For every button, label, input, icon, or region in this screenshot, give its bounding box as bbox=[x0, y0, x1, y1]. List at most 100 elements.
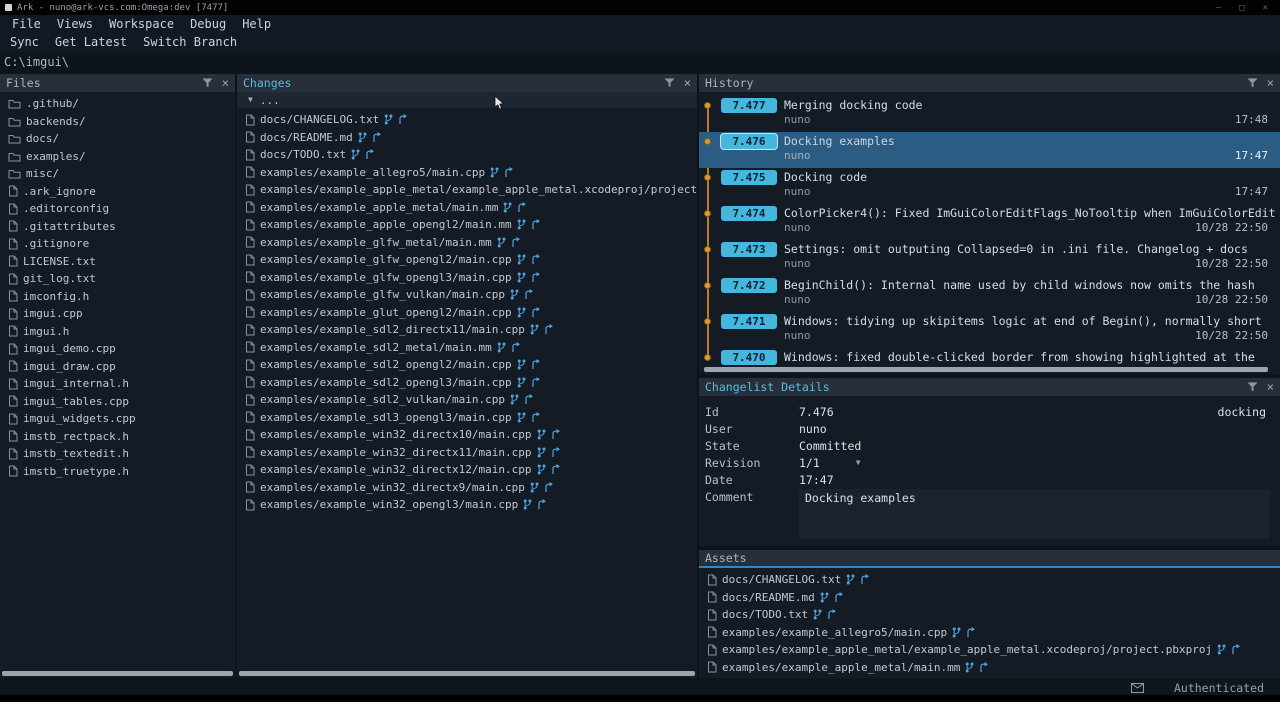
changes-root-row[interactable]: ▼ ... bbox=[237, 92, 697, 108]
file-tree-item[interactable]: imgui.h bbox=[0, 323, 235, 341]
document-icon bbox=[8, 343, 18, 355]
changed-file-row[interactable]: examples/example_apple_metal/main.mm bbox=[237, 199, 697, 217]
close-window-icon[interactable]: × bbox=[1263, 3, 1268, 13]
asset-file-row[interactable]: docs/README.md bbox=[699, 589, 1280, 607]
changed-file-row[interactable]: examples/example_allegro5/main.cpp bbox=[237, 164, 697, 182]
file-tree-item[interactable]: imstb_truetype.h bbox=[0, 463, 235, 481]
history-commit-row[interactable]: 7.475 Docking code nuno 17:47 bbox=[699, 168, 1280, 204]
close-panel-icon[interactable]: × bbox=[222, 77, 229, 89]
app-window: Ark - nuno@ark-vcs.com:Omega:dev [7477] … bbox=[0, 0, 1280, 702]
comment-label: Comment bbox=[705, 489, 799, 539]
filter-icon[interactable] bbox=[202, 78, 213, 88]
minimize-icon[interactable]: — bbox=[1216, 3, 1221, 13]
file-tree-item[interactable]: imgui_widgets.cpp bbox=[0, 410, 235, 428]
changed-file-row[interactable]: examples/example_sdl2_opengl3/main.cpp bbox=[237, 374, 697, 392]
close-panel-icon[interactable]: × bbox=[1267, 77, 1274, 89]
history-commit-row[interactable]: 7.471 Windows: tidying up skipitems logi… bbox=[699, 312, 1280, 348]
changed-file-row[interactable]: examples/example_win32_directx10/main.cp… bbox=[237, 426, 697, 444]
changed-file-row[interactable]: examples/example_glfw_metal/main.mm bbox=[237, 234, 697, 252]
changed-file-row[interactable]: examples/example_win32_opengl3/main.cpp bbox=[237, 496, 697, 514]
changed-file-name: examples/example_sdl3_opengl3/main.cpp bbox=[260, 411, 512, 424]
file-name: imstb_truetype.h bbox=[23, 465, 129, 478]
asset-file-row[interactable]: examples/example_allegro5/main.cpp bbox=[699, 624, 1280, 642]
changed-file-row[interactable]: docs/TODO.txt bbox=[237, 146, 697, 164]
changed-file-row[interactable]: examples/example_sdl3_opengl3/main.cpp bbox=[237, 409, 697, 427]
file-tree-item[interactable]: docs/ bbox=[0, 130, 235, 148]
history-horizontal-scrollbar[interactable] bbox=[704, 367, 1268, 372]
changed-file-row[interactable]: examples/example_sdl2_vulkan/main.cpp bbox=[237, 391, 697, 409]
changed-file-row[interactable]: docs/CHANGELOG.txt bbox=[237, 111, 697, 129]
asset-file-row[interactable]: examples/example_apple_metal/example_app… bbox=[699, 641, 1280, 659]
changed-file-row[interactable]: docs/README.md bbox=[237, 129, 697, 147]
asset-file-row[interactable]: docs/CHANGELOG.txt bbox=[699, 571, 1280, 589]
menu-item[interactable]: Views bbox=[49, 17, 101, 31]
history-commit-row[interactable]: 7.472 BeginChild(): Internal name used b… bbox=[699, 276, 1280, 312]
file-tree-item[interactable]: imstb_rectpack.h bbox=[0, 428, 235, 446]
toolbar-button[interactable]: Switch Branch bbox=[135, 35, 245, 49]
file-tree-item[interactable]: .github/ bbox=[0, 95, 235, 113]
file-tree-item[interactable]: backends/ bbox=[0, 113, 235, 131]
maximize-icon[interactable]: □ bbox=[1239, 3, 1244, 13]
changed-file-row[interactable]: examples/example_glfw_opengl2/main.cpp bbox=[237, 251, 697, 269]
filter-icon[interactable] bbox=[664, 78, 675, 88]
changed-file-row[interactable]: examples/example_glfw_opengl3/main.cpp bbox=[237, 269, 697, 287]
changed-file-row[interactable]: examples/example_sdl2_opengl2/main.cpp bbox=[237, 356, 697, 374]
file-tree-item[interactable]: imgui_demo.cpp bbox=[0, 340, 235, 358]
file-tree-item[interactable]: imgui_draw.cpp bbox=[0, 358, 235, 376]
changed-file-row[interactable]: examples/example_apple_opengl2/main.mm bbox=[237, 216, 697, 234]
changed-file-row[interactable]: examples/example_apple_metal/example_app… bbox=[237, 181, 697, 199]
changed-file-row[interactable]: examples/example_glut_opengl2/main.cpp bbox=[237, 304, 697, 322]
file-tree-item[interactable]: imgui.cpp bbox=[0, 305, 235, 323]
file-tree-item[interactable]: .gitattributes bbox=[0, 218, 235, 236]
close-panel-icon[interactable]: × bbox=[1267, 381, 1274, 393]
history-commit-row[interactable]: 7.474 ColorPicker4(): Fixed ImGuiColorEd… bbox=[699, 204, 1280, 240]
changed-file-row[interactable]: examples/example_sdl2_metal/main.mm bbox=[237, 339, 697, 357]
revision-selector[interactable]: 1/1 ▼ bbox=[799, 455, 861, 471]
file-tree-item[interactable]: imconfig.h bbox=[0, 288, 235, 306]
expand-triangle-icon[interactable]: ▼ bbox=[248, 96, 253, 104]
file-tree-item[interactable]: imgui_internal.h bbox=[0, 375, 235, 393]
merge-status-icon bbox=[504, 167, 514, 178]
branch-dot-icon bbox=[704, 102, 711, 109]
checkedout-status-icon bbox=[952, 627, 961, 638]
file-tree-item[interactable]: imgui_tables.cpp bbox=[0, 393, 235, 411]
file-tree-item[interactable]: .editorconfig bbox=[0, 200, 235, 218]
menu-item[interactable]: Help bbox=[234, 17, 279, 31]
history-panel: History × 7.477 Merging docking code nun… bbox=[699, 74, 1280, 374]
toolbar-button[interactable]: Get Latest bbox=[47, 35, 135, 49]
file-tree-item[interactable]: examples/ bbox=[0, 148, 235, 166]
file-tree-item[interactable]: .gitignore bbox=[0, 235, 235, 253]
file-tree-item[interactable]: imstb_textedit.h bbox=[0, 445, 235, 463]
changed-file-row[interactable]: examples/example_sdl2_directx11/main.cpp bbox=[237, 321, 697, 339]
merge-status-icon bbox=[531, 377, 541, 388]
history-commit-row[interactable]: 7.473 Settings: omit outputing Collapsed… bbox=[699, 240, 1280, 276]
file-name: imgui.cpp bbox=[23, 307, 83, 320]
toolbar-button[interactable]: Sync bbox=[2, 35, 47, 49]
filter-icon[interactable] bbox=[1247, 78, 1258, 88]
menu-item[interactable]: File bbox=[4, 17, 49, 31]
asset-file-row[interactable]: docs/TODO.txt bbox=[699, 606, 1280, 624]
changed-file-row[interactable]: examples/example_win32_directx11/main.cp… bbox=[237, 444, 697, 462]
menu-item[interactable]: Workspace bbox=[101, 17, 182, 31]
chevron-down-icon[interactable]: ▼ bbox=[856, 455, 861, 471]
changed-file-row[interactable]: examples/example_win32_directx12/main.cp… bbox=[237, 461, 697, 479]
file-tree-item[interactable]: misc/ bbox=[0, 165, 235, 183]
commit-title: Settings: omit outputing Collapsed=0 in … bbox=[784, 242, 1276, 256]
commit-title: BeginChild(): Internal name used by chil… bbox=[784, 278, 1276, 292]
merge-status-icon bbox=[537, 499, 547, 510]
file-tree-item[interactable]: git_log.txt bbox=[0, 270, 235, 288]
checkedout-status-icon bbox=[358, 132, 367, 143]
filter-icon[interactable] bbox=[1247, 382, 1258, 392]
asset-file-row[interactable]: examples/example_apple_metal/main.mm bbox=[699, 659, 1280, 677]
file-tree-item[interactable]: LICENSE.txt bbox=[0, 253, 235, 271]
history-commit-row[interactable]: 7.477 Merging docking code nuno 17:48 bbox=[699, 96, 1280, 132]
close-panel-icon[interactable]: × bbox=[684, 77, 691, 89]
menu-item[interactable]: Debug bbox=[182, 17, 234, 31]
history-commit-row[interactable]: 7.476 Docking examples nuno 17:47 bbox=[699, 132, 1280, 168]
changed-file-row[interactable]: examples/example_glfw_vulkan/main.cpp bbox=[237, 286, 697, 304]
files-horizontal-scrollbar[interactable] bbox=[2, 671, 233, 676]
file-tree-item[interactable]: .ark_ignore bbox=[0, 183, 235, 201]
changed-file-row[interactable]: examples/example_win32_directx9/main.cpp bbox=[237, 479, 697, 497]
changes-horizontal-scrollbar[interactable] bbox=[239, 671, 695, 676]
branch-dot-icon bbox=[704, 210, 711, 217]
